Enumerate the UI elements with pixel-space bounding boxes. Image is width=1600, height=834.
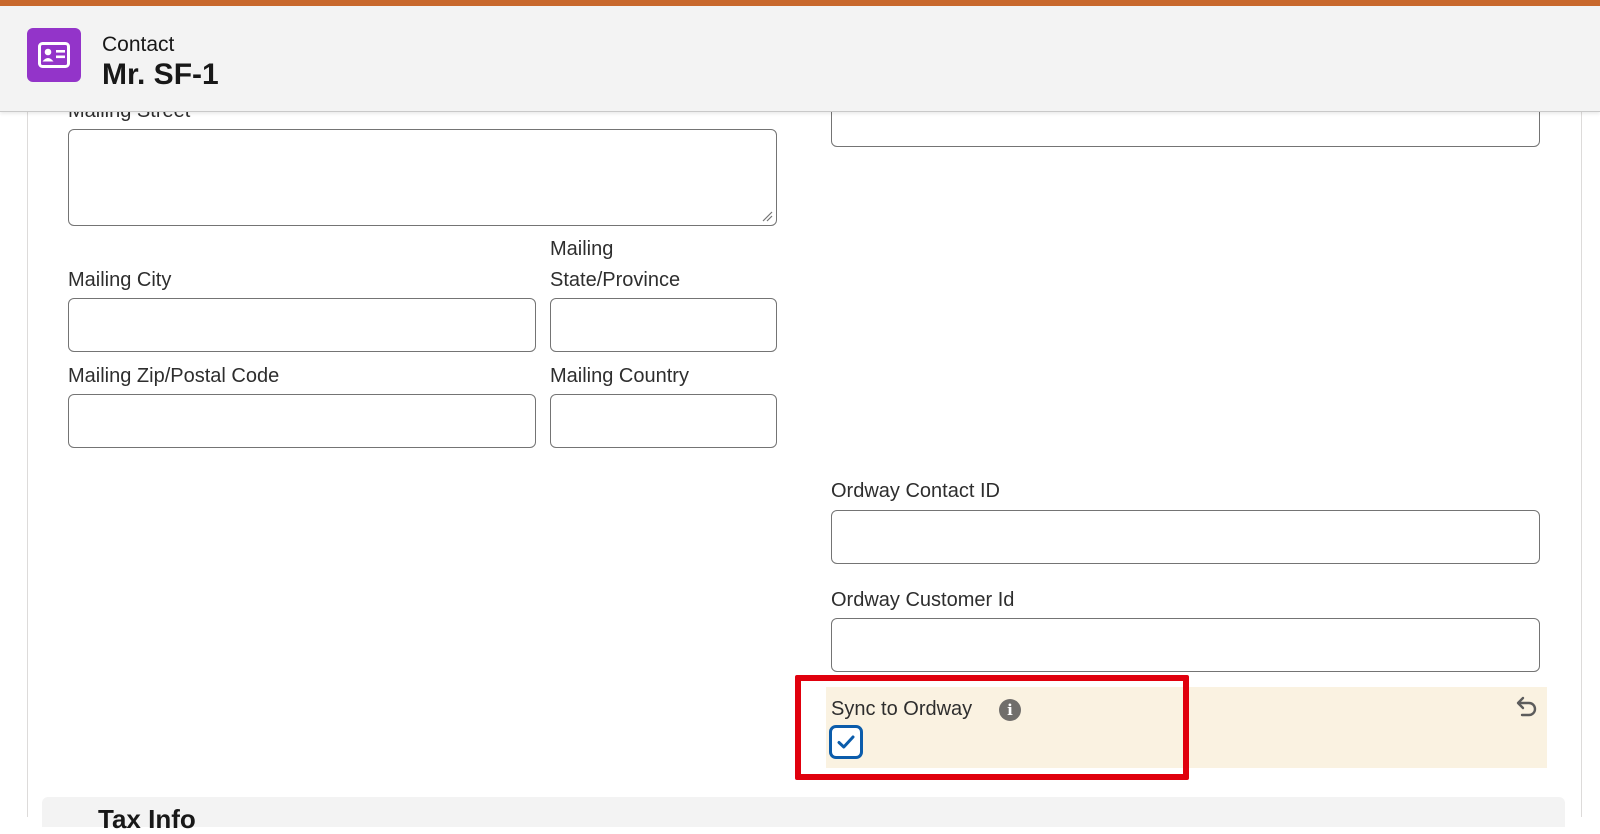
checkmark-icon xyxy=(837,735,855,749)
record-name: Mr. SF-1 xyxy=(102,58,219,91)
resize-handle-icon[interactable] xyxy=(761,210,773,222)
tax-info-section-title[interactable]: Tax Info xyxy=(98,806,196,832)
mailing-country-input[interactable] xyxy=(550,394,777,448)
mailing-zip-label: Mailing Zip/Postal Code xyxy=(68,365,280,387)
mailing-state-label-line1: Mailing xyxy=(550,238,614,260)
mailing-zip-input[interactable] xyxy=(68,394,536,448)
tax-info-section-header[interactable] xyxy=(42,797,1565,827)
mailing-country-label: Mailing Country xyxy=(550,365,689,387)
object-type-label: Contact xyxy=(102,33,175,56)
record-header: Contact Mr. SF-1 xyxy=(0,6,1600,112)
ordway-contact-id-input[interactable] xyxy=(831,510,1540,564)
ordway-contact-id-label: Ordway Contact ID xyxy=(831,480,1000,502)
mailing-street-textarea[interactable] xyxy=(68,129,777,226)
sync-to-ordway-label: Sync to Ordway xyxy=(831,698,973,720)
mailing-state-input[interactable] xyxy=(550,298,777,352)
ordway-customer-id-label: Ordway Customer Id xyxy=(831,589,1015,611)
mailing-city-input[interactable] xyxy=(68,298,536,352)
ordway-customer-id-input[interactable] xyxy=(831,618,1540,672)
mailing-city-label: Mailing City xyxy=(68,269,172,291)
contact-card-icon xyxy=(27,28,81,82)
mailing-state-label-line2: State/Province xyxy=(550,269,681,291)
info-icon[interactable]: i xyxy=(999,699,1021,721)
undo-icon[interactable] xyxy=(1512,693,1540,721)
sync-to-ordway-checkbox[interactable] xyxy=(829,725,863,759)
